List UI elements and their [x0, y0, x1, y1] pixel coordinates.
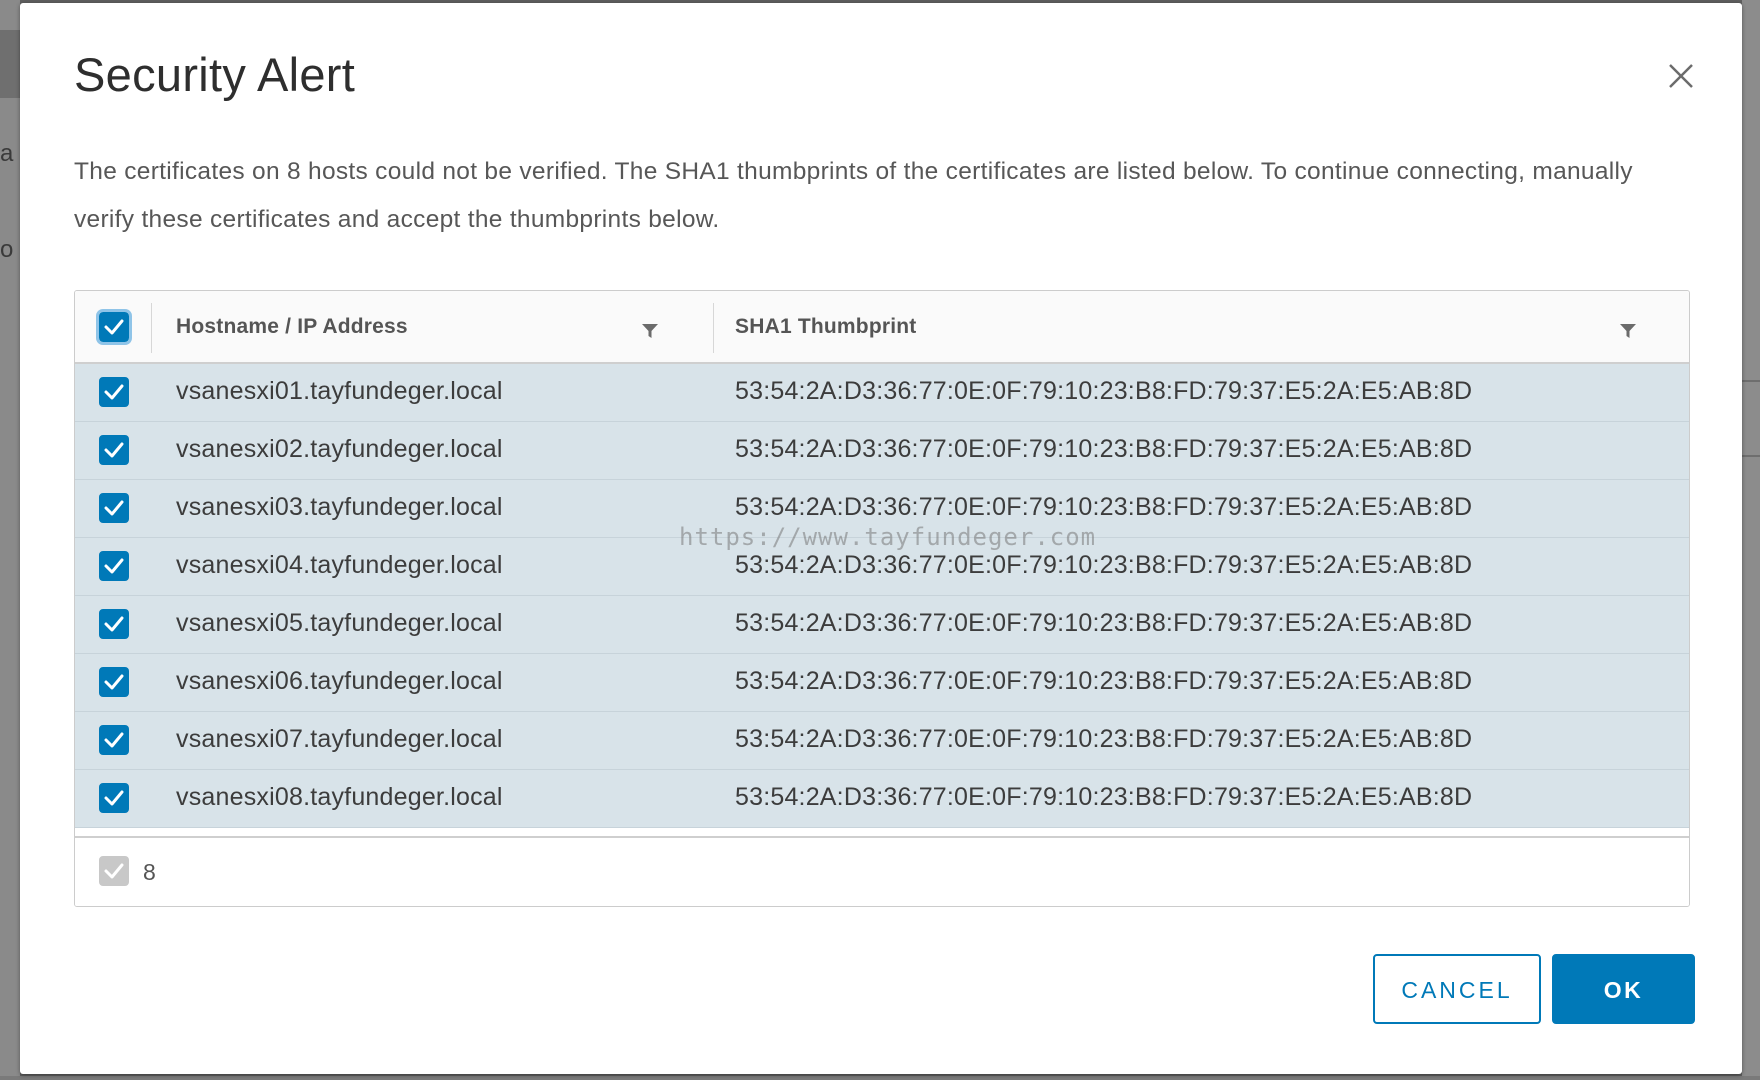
- table-row[interactable]: vsanesxi08.tayfundeger.local 53:54:2A:D3…: [75, 770, 1689, 828]
- row-checkbox[interactable]: [99, 725, 129, 755]
- checkmark-icon: [104, 863, 124, 879]
- hostname-cell: vsanesxi04.tayfundeger.local: [176, 551, 503, 579]
- row-checkbox[interactable]: [99, 783, 129, 813]
- close-icon: [1669, 64, 1693, 88]
- row-checkbox[interactable]: [99, 667, 129, 697]
- thumbprint-table: Hostname / IP Address SHA1 Thumbprint vs…: [74, 290, 1690, 907]
- thumbprint-cell: 53:54:2A:D3:36:77:0E:0F:79:10:23:B8:FD:7…: [735, 377, 1473, 405]
- checkmark-icon: [104, 442, 124, 458]
- hostname-cell: vsanesxi08.tayfundeger.local: [176, 783, 503, 811]
- background-text-fragment: a: [0, 140, 14, 167]
- background-app-left: a o: [0, 0, 20, 1080]
- select-all-checkbox[interactable]: [96, 309, 132, 345]
- checkmark-icon: [104, 384, 124, 400]
- ok-button[interactable]: OK: [1552, 954, 1695, 1024]
- row-checkbox[interactable]: [99, 377, 129, 407]
- thumbprint-cell: 53:54:2A:D3:36:77:0E:0F:79:10:23:B8:FD:7…: [735, 551, 1473, 579]
- checkmark-icon: [104, 616, 124, 632]
- hostname-cell: vsanesxi01.tayfundeger.local: [176, 377, 503, 405]
- filter-icon[interactable]: [1618, 321, 1638, 341]
- background-divider: [1742, 380, 1760, 382]
- dialog-description: The certificates on 8 hosts could not be…: [74, 158, 1633, 233]
- checkmark-icon: [104, 500, 124, 516]
- table-header: Hostname / IP Address SHA1 Thumbprint: [75, 291, 1689, 364]
- thumbprint-cell: 53:54:2A:D3:36:77:0E:0F:79:10:23:B8:FD:7…: [735, 725, 1473, 753]
- hostname-cell: vsanesxi02.tayfundeger.local: [176, 435, 503, 463]
- table-row[interactable]: vsanesxi03.tayfundeger.local 53:54:2A:D3…: [75, 480, 1689, 538]
- thumbprint-cell: 53:54:2A:D3:36:77:0E:0F:79:10:23:B8:FD:7…: [735, 435, 1473, 463]
- row-checkbox[interactable]: [99, 609, 129, 639]
- thumbprint-cell: 53:54:2A:D3:36:77:0E:0F:79:10:23:B8:FD:7…: [735, 609, 1473, 637]
- selection-count: 8: [143, 859, 156, 885]
- security-alert-dialog: Security Alert The certificates on 8 hos…: [20, 3, 1742, 1074]
- table-row[interactable]: vsanesxi01.tayfundeger.local 53:54:2A:D3…: [75, 364, 1689, 422]
- table-footer: 8: [75, 836, 1689, 906]
- background-divider: [1742, 455, 1760, 457]
- background-header-band: [0, 30, 20, 98]
- thumbprint-cell: 53:54:2A:D3:36:77:0E:0F:79:10:23:B8:FD:7…: [735, 493, 1473, 521]
- hostname-cell: vsanesxi05.tayfundeger.local: [176, 609, 503, 637]
- checkmark-icon: [104, 674, 124, 690]
- table-row[interactable]: vsanesxi04.tayfundeger.local 53:54:2A:D3…: [75, 538, 1689, 596]
- filter-icon[interactable]: [640, 321, 660, 341]
- hostname-cell: vsanesxi06.tayfundeger.local: [176, 667, 503, 695]
- close-button[interactable]: [1661, 56, 1701, 96]
- table-row[interactable]: vsanesxi05.tayfundeger.local 53:54:2A:D3…: [75, 596, 1689, 654]
- column-header-hostname: Hostname / IP Address: [176, 315, 408, 338]
- hostname-cell: vsanesxi03.tayfundeger.local: [176, 493, 503, 521]
- checkmark-icon: [104, 790, 124, 806]
- background-app-right: [1742, 0, 1760, 1080]
- cancel-button[interactable]: CANCEL: [1373, 954, 1541, 1024]
- dialog-title: Security Alert: [74, 48, 356, 101]
- table-row[interactable]: vsanesxi06.tayfundeger.local 53:54:2A:D3…: [75, 654, 1689, 712]
- checkmark-icon: [104, 319, 124, 335]
- table-body: vsanesxi01.tayfundeger.local 53:54:2A:D3…: [75, 364, 1689, 828]
- column-separator: [713, 303, 714, 353]
- hostname-cell: vsanesxi07.tayfundeger.local: [176, 725, 503, 753]
- background-app-bottom: [0, 1076, 1760, 1080]
- row-checkbox[interactable]: [99, 493, 129, 523]
- table-row[interactable]: vsanesxi02.tayfundeger.local 53:54:2A:D3…: [75, 422, 1689, 480]
- thumbprint-cell: 53:54:2A:D3:36:77:0E:0F:79:10:23:B8:FD:7…: [735, 667, 1473, 695]
- row-checkbox[interactable]: [99, 435, 129, 465]
- column-header-thumbprint: SHA1 Thumbprint: [735, 315, 917, 338]
- background-text-fragment: o: [0, 236, 14, 263]
- selection-count-checkbox: [99, 856, 129, 886]
- thumbprint-cell: 53:54:2A:D3:36:77:0E:0F:79:10:23:B8:FD:7…: [735, 783, 1473, 811]
- row-checkbox[interactable]: [99, 551, 129, 581]
- checkmark-icon: [104, 732, 124, 748]
- column-separator: [151, 303, 152, 353]
- checkmark-icon: [104, 558, 124, 574]
- table-row[interactable]: vsanesxi07.tayfundeger.local 53:54:2A:D3…: [75, 712, 1689, 770]
